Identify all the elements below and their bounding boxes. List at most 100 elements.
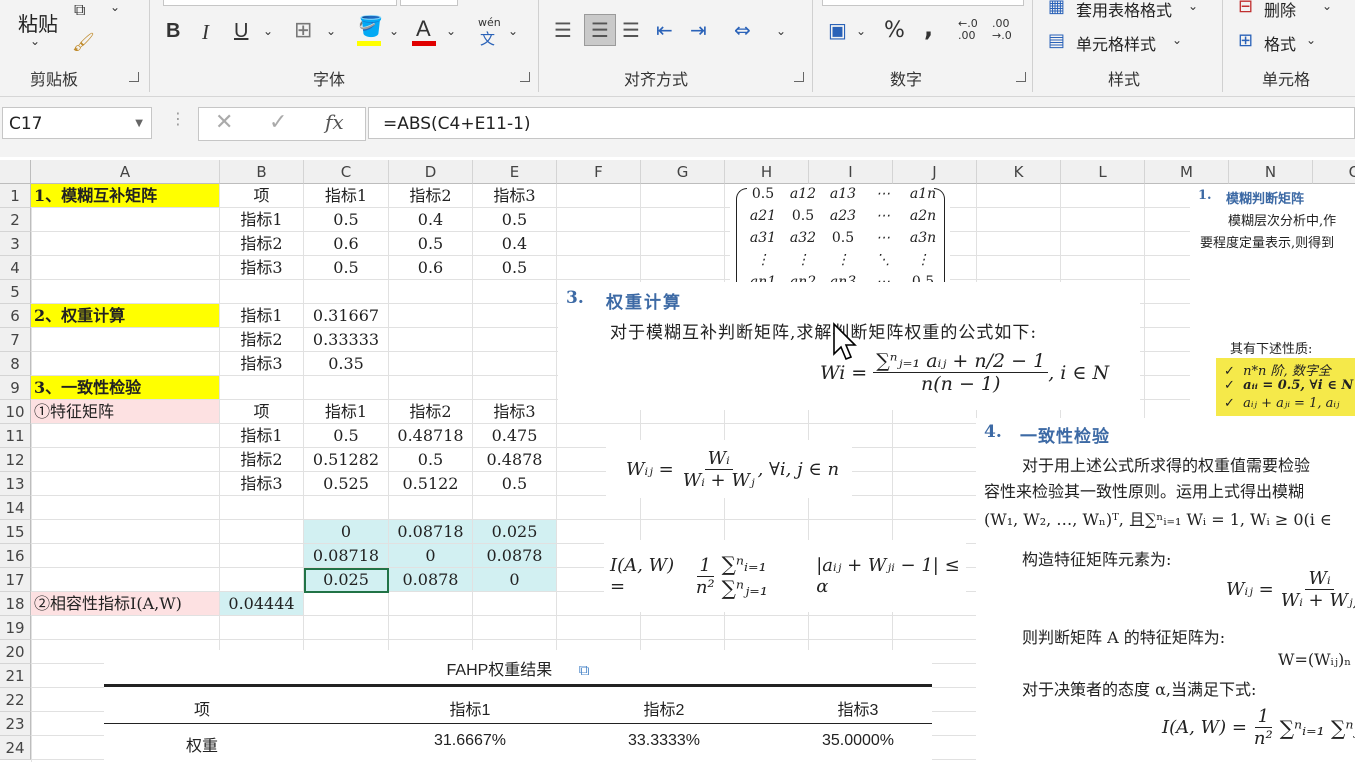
column-header-k[interactable]: K: [977, 160, 1061, 184]
cell-e17[interactable]: 0: [473, 568, 556, 591]
align-right-icon[interactable]: ☰: [622, 18, 640, 42]
cell-b7[interactable]: 指标2: [220, 328, 303, 351]
row-header-9[interactable]: 9: [0, 376, 31, 400]
percent-style-button[interactable]: %: [884, 18, 905, 43]
row-header-19[interactable]: 19: [0, 616, 31, 640]
cell-e1[interactable]: 指标3: [473, 184, 556, 207]
border-icon[interactable]: ⊞: [294, 18, 312, 43]
cell-b6[interactable]: 指标1: [220, 304, 303, 327]
cell-c15[interactable]: 0: [304, 520, 388, 543]
column-header-o[interactable]: O: [1313, 160, 1355, 184]
row-header-16[interactable]: 16: [0, 544, 31, 568]
cell-e11[interactable]: 0.475: [473, 424, 556, 447]
cell-d15[interactable]: 0.08718: [389, 520, 472, 543]
row-header-14[interactable]: 14: [0, 496, 31, 520]
enter-icon[interactable]: ✓: [269, 110, 287, 135]
font-name-box[interactable]: [163, 0, 397, 6]
row-header-23[interactable]: 23: [0, 712, 31, 736]
cell-b10[interactable]: 项: [220, 400, 303, 423]
row-header-3[interactable]: 3: [0, 232, 31, 256]
cell-d2[interactable]: 0.4: [389, 208, 472, 231]
cell-a1[interactable]: 1、模糊互补矩阵: [31, 184, 219, 207]
row-header-13[interactable]: 13: [0, 472, 31, 496]
cell-b1[interactable]: 项: [220, 184, 303, 207]
cell-c3[interactable]: 0.6: [304, 232, 388, 255]
cell-a9[interactable]: 3、一致性检验: [31, 376, 219, 399]
chevron-down-icon[interactable]: ⌄: [1172, 33, 1182, 47]
cell-c1[interactable]: 指标1: [304, 184, 388, 207]
cell-d12[interactable]: 0.5: [389, 448, 472, 471]
number-format-box[interactable]: [822, 0, 1024, 6]
cell-c6[interactable]: 0.31667: [304, 304, 388, 327]
row-header-6[interactable]: 6: [0, 304, 31, 328]
cell-c4[interactable]: 0.5: [304, 256, 388, 279]
align-left-icon[interactable]: ☰: [554, 18, 572, 42]
cell-d4[interactable]: 0.6: [389, 256, 472, 279]
cell-e12[interactable]: 0.4878: [473, 448, 556, 471]
table-format-button[interactable]: 套用表格格式: [1076, 0, 1172, 21]
chevron-down-icon[interactable]: ⌄: [1322, 0, 1332, 13]
chevron-down-icon[interactable]: ⌄: [1306, 33, 1316, 47]
cell-b13[interactable]: 指标3: [220, 472, 303, 495]
chevron-down-icon[interactable]: ▼: [135, 108, 143, 140]
chevron-down-icon[interactable]: ⌄: [110, 0, 120, 14]
decrease-indent-icon[interactable]: ⇤: [656, 18, 673, 42]
paste-button[interactable]: 粘贴: [18, 8, 58, 37]
increase-indent-icon[interactable]: ⇥: [690, 18, 707, 42]
font-dialog-launcher-icon[interactable]: [520, 72, 530, 82]
cell-a6[interactable]: 2、权重计算: [31, 304, 219, 327]
delete-cells-button[interactable]: 删除: [1264, 0, 1296, 21]
row-header-18[interactable]: 18: [0, 592, 31, 616]
chevron-down-icon[interactable]: ⌄: [1188, 0, 1198, 13]
row-header-20[interactable]: 20: [0, 640, 31, 664]
chevron-down-icon[interactable]: ⌄: [508, 24, 518, 38]
chevron-down-icon[interactable]: ⌄: [326, 24, 336, 38]
cell-e2[interactable]: 0.5: [473, 208, 556, 231]
cell-c7[interactable]: 0.33333: [304, 328, 388, 351]
format-painter-icon[interactable]: 🖌: [72, 32, 95, 53]
column-header-g[interactable]: G: [641, 160, 725, 184]
row-header-4[interactable]: 4: [0, 256, 31, 280]
select-all-corner[interactable]: [0, 160, 31, 184]
cell-d13[interactable]: 0.5122: [389, 472, 472, 495]
chevron-down-icon[interactable]: ⌄: [446, 24, 456, 38]
cell-b18[interactable]: 0.04444: [220, 592, 303, 615]
column-header-b[interactable]: B: [220, 160, 304, 184]
row-header-22[interactable]: 22: [0, 688, 31, 712]
chevron-down-icon[interactable]: ⌄: [389, 24, 399, 38]
row-header-5[interactable]: 5: [0, 280, 31, 304]
alignment-dialog-launcher-icon[interactable]: [794, 72, 804, 82]
chevron-down-icon[interactable]: ⌄: [856, 24, 866, 38]
cell-d11[interactable]: 0.48718: [389, 424, 472, 447]
cell-b8[interactable]: 指标3: [220, 352, 303, 375]
align-center-icon[interactable]: ☰: [584, 14, 616, 46]
column-header-c[interactable]: C: [304, 160, 389, 184]
cell-e4[interactable]: 0.5: [473, 256, 556, 279]
cell-c2[interactable]: 0.5: [304, 208, 388, 231]
cell-e3[interactable]: 0.4: [473, 232, 556, 255]
cell-d1[interactable]: 指标2: [389, 184, 472, 207]
row-header-1[interactable]: 1: [0, 184, 31, 208]
row-header-21[interactable]: 21: [0, 664, 31, 688]
row-header-2[interactable]: 2: [0, 208, 31, 232]
formula-input[interactable]: =ABS(C4+E11-1): [368, 107, 1355, 139]
bold-button[interactable]: B: [166, 20, 180, 43]
clipboard-dialog-launcher-icon[interactable]: [129, 72, 139, 82]
phonetic-guide-icon[interactable]: 文: [480, 28, 495, 49]
cell-b4[interactable]: 指标3: [220, 256, 303, 279]
copy-icon[interactable]: ⧉: [74, 0, 85, 20]
cell-b2[interactable]: 指标1: [220, 208, 303, 231]
cell-b12[interactable]: 指标2: [220, 448, 303, 471]
cell-d17[interactable]: 0.0878: [389, 568, 472, 591]
cell-e16[interactable]: 0.0878: [473, 544, 556, 567]
cancel-icon[interactable]: ✕: [215, 110, 233, 135]
merge-center-icon[interactable]: ⇔: [734, 18, 751, 42]
comma-style-button[interactable]: ,: [924, 14, 933, 42]
column-header-e[interactable]: E: [473, 160, 557, 184]
name-box[interactable]: C17 ▼: [2, 107, 152, 139]
row-header-8[interactable]: 8: [0, 352, 31, 376]
row-header-12[interactable]: 12: [0, 448, 31, 472]
increase-decimal-button[interactable]: ←.0 .00: [958, 18, 978, 42]
row-header-15[interactable]: 15: [0, 520, 31, 544]
italic-button[interactable]: I: [202, 20, 209, 45]
